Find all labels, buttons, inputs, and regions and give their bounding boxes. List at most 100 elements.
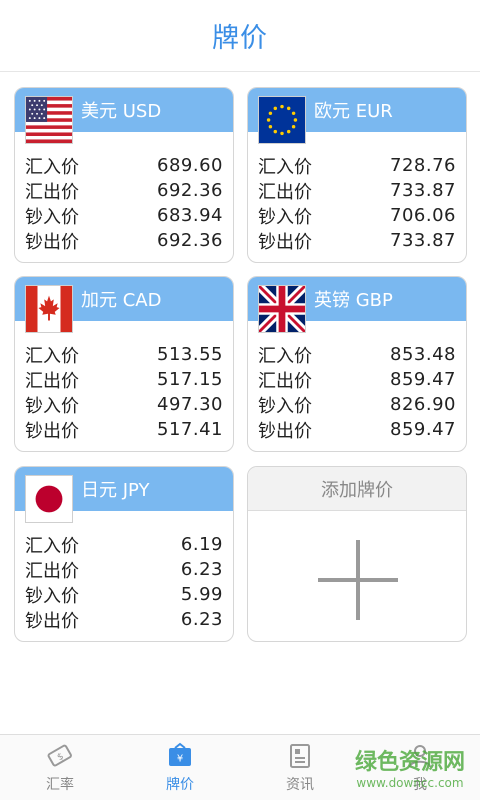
japan-flag-icon <box>25 475 73 523</box>
rate-value: 517.41 <box>157 419 223 440</box>
exchange-rate-icon: $ <box>47 744 72 767</box>
us-flag-icon <box>25 96 73 144</box>
tab-exchange-rate[interactable]: $ 汇率 <box>0 735 120 800</box>
currency-name: 美元 USD <box>81 101 162 122</box>
rate-label: 汇出价 <box>25 560 79 582</box>
rate-label: 钞出价 <box>258 420 312 442</box>
rate-value: 6.23 <box>180 609 223 630</box>
rate-label: 汇入价 <box>258 156 312 178</box>
rate-label: 钞入价 <box>25 395 79 417</box>
rate-label: 汇出价 <box>258 181 312 203</box>
rate-card-gbp[interactable]: 英镑 GBP 汇入价 853.48 汇出价 859.47 钞入价 826.90 钞出价… <box>247 276 467 452</box>
rate-value: 728.76 <box>390 155 456 176</box>
rate-row: 汇出价 733.87 <box>258 178 456 203</box>
card-header: 英镑 GBP <box>248 277 466 333</box>
canada-flag-icon <box>25 285 73 333</box>
rate-value: 513.55 <box>157 344 223 365</box>
rate-rows: 汇入价 853.48 汇出价 859.47 钞入价 826.90 钞出价 859.47 <box>258 342 456 442</box>
tab-news[interactable]: 资讯 <box>240 735 360 800</box>
page-title: 牌价 <box>212 23 268 54</box>
rate-value: 826.90 <box>390 394 456 415</box>
rate-row: 钞入价 497.30 <box>25 392 223 417</box>
card-header: 欧元 EUR <box>248 88 466 144</box>
currency-name: 英镑 GBP <box>314 290 393 311</box>
rate-row: 汇出价 517.15 <box>25 367 223 392</box>
card-header: 美元 USD <box>15 88 233 144</box>
card-header: 日元 JPY <box>15 467 233 523</box>
rate-rows: 汇入价 6.19 汇出价 6.23 钞入价 5.99 钞出价 6.23 <box>25 532 223 632</box>
rate-row: 钞出价 517.41 <box>25 417 223 442</box>
tab-label: 汇率 <box>46 777 74 793</box>
tab-price-board[interactable]: ¥ 牌价 <box>120 735 240 800</box>
rate-rows: 汇入价 728.76 汇出价 733.87 钞入价 706.06 钞出价 733.87 <box>258 153 456 253</box>
rate-label: 钞出价 <box>25 420 79 442</box>
rate-row: 钞入价 5.99 <box>25 582 223 607</box>
card-header: 加元 CAD <box>15 277 233 333</box>
bottom-tab-bar: $ 汇率 ¥ 牌价 资讯 我 <box>0 734 480 800</box>
add-price-label: 添加牌价 <box>248 467 466 511</box>
user-icon <box>409 745 431 768</box>
rate-value: 6.23 <box>180 559 223 580</box>
rate-value: 733.87 <box>390 180 456 201</box>
rate-label: 钞出价 <box>258 231 312 253</box>
rate-value: 853.48 <box>390 344 456 365</box>
rate-label: 钞入价 <box>258 206 312 228</box>
rate-row: 汇入价 6.19 <box>25 532 223 557</box>
rate-rows: 汇入价 513.55 汇出价 517.15 钞入价 497.30 钞出价 517.41 <box>25 342 223 442</box>
rate-value: 859.47 <box>390 419 456 440</box>
rate-value: 683.94 <box>157 205 223 226</box>
plus-icon[interactable] <box>318 540 398 620</box>
eu-flag-icon <box>258 96 306 144</box>
rate-row: 钞出价 6.23 <box>25 607 223 632</box>
rate-value: 733.87 <box>390 230 456 251</box>
top-bar: 牌价 <box>0 0 480 72</box>
rate-row: 钞出价 859.47 <box>258 417 456 442</box>
currency-name: 日元 JPY <box>81 480 150 501</box>
rate-value: 689.60 <box>157 155 223 176</box>
rate-label: 钞出价 <box>25 231 79 253</box>
price-board-icon: ¥ <box>169 742 191 766</box>
rate-value: 692.36 <box>157 230 223 251</box>
rate-label: 钞入价 <box>25 585 79 607</box>
rate-value: 6.19 <box>180 534 223 555</box>
rate-card-jpy[interactable]: 日元 JPY 汇入价 6.19 汇出价 6.23 钞入价 5.99 钞出价 6.23 <box>14 466 234 642</box>
rate-value: 517.15 <box>157 369 223 390</box>
rate-value: 859.47 <box>390 369 456 390</box>
rate-row: 汇入价 728.76 <box>258 153 456 178</box>
rate-row: 汇入价 513.55 <box>25 342 223 367</box>
rate-label: 钞入价 <box>258 395 312 417</box>
rate-label: 汇出价 <box>258 370 312 392</box>
uk-flag-icon <box>258 285 306 333</box>
rate-card-usd[interactable]: 美元 USD 汇入价 689.60 汇出价 692.36 钞入价 683.94 钞出价… <box>14 87 234 263</box>
rate-row: 汇入价 689.60 <box>25 153 223 178</box>
rate-value: 692.36 <box>157 180 223 201</box>
rate-label: 汇入价 <box>25 156 79 178</box>
rate-row: 钞入价 826.90 <box>258 392 456 417</box>
rate-card-eur[interactable]: 欧元 EUR 汇入价 728.76 汇出价 733.87 钞入价 706.06 钞出价… <box>247 87 467 263</box>
rate-row: 汇出价 859.47 <box>258 367 456 392</box>
tab-label: 我 <box>413 777 427 793</box>
tab-label: 牌价 <box>166 777 194 793</box>
add-price-card[interactable]: 添加牌价 <box>247 466 467 642</box>
rate-card-cad[interactable]: 加元 CAD 汇入价 513.55 汇出价 517.15 钞入价 497.30 钞出价… <box>14 276 234 452</box>
rate-label: 汇入价 <box>25 345 79 367</box>
rate-row: 钞出价 733.87 <box>258 228 456 253</box>
rate-label: 汇入价 <box>258 345 312 367</box>
rate-label: 钞入价 <box>25 206 79 228</box>
tab-label: 资讯 <box>286 777 314 793</box>
rate-row: 钞出价 692.36 <box>25 228 223 253</box>
currency-name: 欧元 EUR <box>314 101 393 122</box>
svg-text:¥: ¥ <box>177 754 183 765</box>
rate-label: 汇出价 <box>25 181 79 203</box>
rate-row: 汇出价 6.23 <box>25 557 223 582</box>
rate-rows: 汇入价 689.60 汇出价 692.36 钞入价 683.94 钞出价 692.36 <box>25 153 223 253</box>
rate-label: 汇出价 <box>25 370 79 392</box>
rate-row: 钞入价 706.06 <box>258 203 456 228</box>
rate-value: 5.99 <box>180 584 223 605</box>
tab-me[interactable]: 我 <box>360 735 480 800</box>
rate-row: 钞入价 683.94 <box>25 203 223 228</box>
currency-name: 加元 CAD <box>81 290 162 311</box>
rate-value: 497.30 <box>157 394 223 415</box>
rate-row: 汇出价 692.36 <box>25 178 223 203</box>
rate-label: 汇入价 <box>25 535 79 557</box>
